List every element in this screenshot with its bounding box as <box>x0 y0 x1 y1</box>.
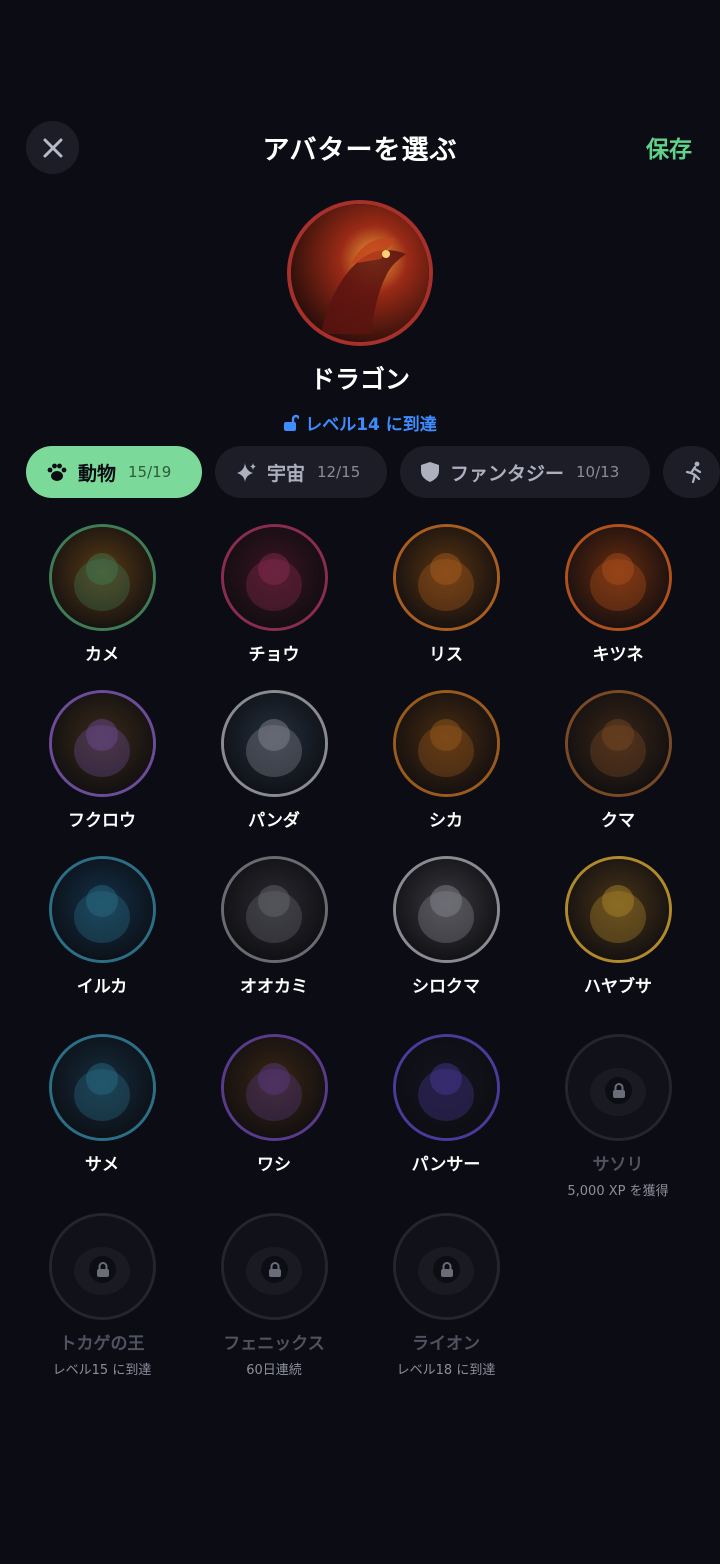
avatar-name: ワシ <box>257 1155 291 1175</box>
avatar-name: サソリ <box>592 1155 644 1175</box>
dragon-image <box>291 204 429 342</box>
avatar-name: パンサー <box>411 1155 481 1175</box>
sparkle-icon <box>237 463 256 482</box>
avatar-name: トカゲの王 <box>59 1334 145 1354</box>
paw-icon <box>47 463 67 481</box>
avatar-image <box>393 856 500 963</box>
selected-avatar-name: ドラゴン <box>309 365 410 394</box>
page-title: アバターを選ぶ <box>262 135 458 166</box>
requirement-text: レベル14 に到達 <box>305 415 437 435</box>
locked-avatar-image <box>49 1213 156 1320</box>
avatar-image <box>565 856 672 963</box>
locked-avatar-image <box>565 1034 672 1141</box>
unlock-requirement: 60日連続 <box>246 1363 302 1378</box>
tab-sports[interactable] <box>663 446 720 498</box>
avatar-name: パンダ <box>248 811 300 831</box>
shield-icon <box>421 462 439 482</box>
selected-avatar-requirement: レベル14 に到達 <box>0 410 720 435</box>
avatar-image <box>393 524 500 631</box>
tab-count: 12/15 <box>317 463 361 481</box>
avatar-image <box>49 1034 156 1141</box>
locked-avatar-image <box>393 1213 500 1320</box>
tab-label: 動物 <box>78 462 117 485</box>
avatar-image <box>565 524 672 631</box>
tab-count: 10/13 <box>576 463 620 481</box>
category-tabs: 動物 15/19 宇宙 12/15 ファンタジー 10/13 <box>26 446 720 498</box>
avatar-name: サメ <box>85 1155 119 1175</box>
unlock-requirement: レベル18 に到達 <box>396 1363 496 1378</box>
avatar-image <box>221 1034 328 1141</box>
lock-icon <box>612 1082 625 1098</box>
avatar-name: オオカミ <box>240 977 308 997</box>
avatar-image <box>49 690 156 797</box>
tab-label: 宇宙 <box>267 462 306 485</box>
avatar-name: ハヤブサ <box>584 977 652 997</box>
lock-icon <box>440 1261 453 1277</box>
lock-icon <box>268 1261 281 1277</box>
tab-label: ファンタジー <box>450 462 565 485</box>
header: アバターを選ぶ 保存 <box>0 120 720 176</box>
avatar-image <box>221 690 328 797</box>
avatar-image <box>49 524 156 631</box>
unlock-requirement: レベル15 に到達 <box>52 1363 152 1378</box>
avatar-name: リス <box>429 645 463 665</box>
save-button[interactable]: 保存 <box>646 130 692 164</box>
avatar-name: キツネ <box>592 645 644 665</box>
unlock-icon <box>284 414 301 431</box>
avatar-name: シカ <box>429 811 463 831</box>
tab-animals[interactable]: 動物 15/19 <box>26 446 202 498</box>
avatar-name: フェニックス <box>223 1334 325 1354</box>
avatar-image <box>393 690 500 797</box>
lock-badge <box>89 1256 116 1283</box>
avatar-name: フクロウ <box>68 811 136 831</box>
tab-count: 15/19 <box>128 463 172 481</box>
lock-badge <box>433 1256 460 1283</box>
avatar-name: シロクマ <box>412 977 480 997</box>
selected-avatar <box>287 200 433 346</box>
avatar-image <box>565 690 672 797</box>
avatar-name: クマ <box>601 811 635 831</box>
avatar-image <box>221 524 328 631</box>
avatar-name: カメ <box>85 645 119 665</box>
running-icon <box>685 461 702 483</box>
lock-icon <box>96 1261 109 1277</box>
tab-fantasy[interactable]: ファンタジー 10/13 <box>400 446 650 498</box>
avatar-image <box>49 856 156 963</box>
avatar-image <box>221 856 328 963</box>
avatar-image <box>393 1034 500 1141</box>
avatar-name: イルカ <box>76 977 128 997</box>
avatar-name: チョウ <box>248 645 300 665</box>
locked-avatar-image <box>221 1213 328 1320</box>
lock-badge <box>605 1077 632 1104</box>
unlock-requirement: 5,000 XP を獲得 <box>567 1184 669 1199</box>
lock-badge <box>261 1256 288 1283</box>
avatar-name: ライオン <box>412 1334 480 1354</box>
tab-space[interactable]: 宇宙 12/15 <box>215 446 387 498</box>
